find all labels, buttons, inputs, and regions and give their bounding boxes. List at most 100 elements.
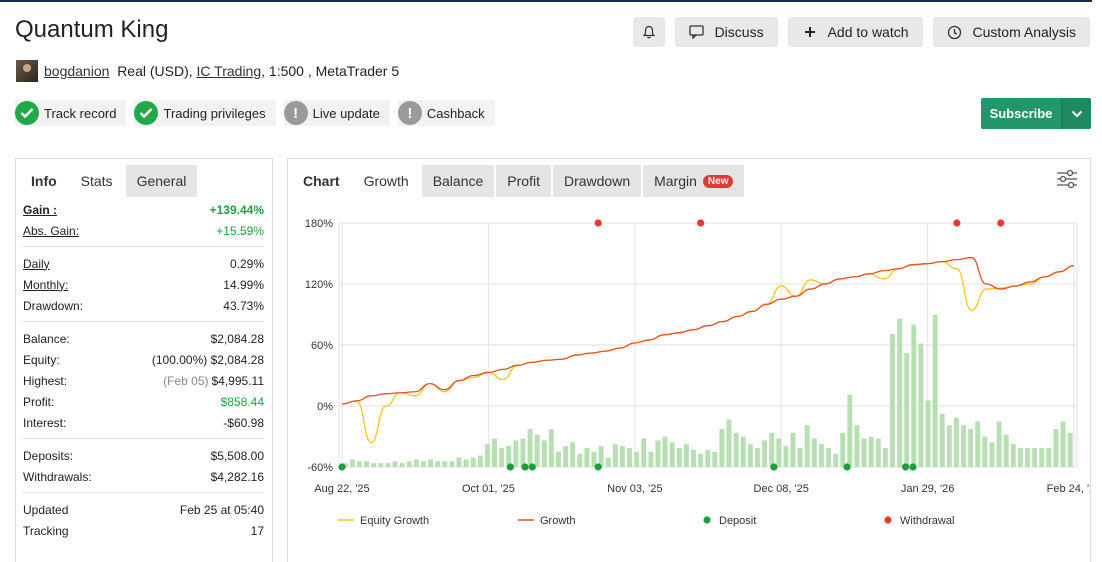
daily-bar	[463, 459, 469, 467]
daily-bar	[428, 459, 433, 467]
daily-bar	[1060, 421, 1066, 467]
daily-bar	[1010, 444, 1016, 467]
chevron-down-icon	[1071, 106, 1083, 121]
stat-drawdown: Drawdown: 43.73%	[23, 298, 264, 313]
info-panel: Info Stats General Gain : +139.44% Abs. …	[15, 158, 273, 562]
discuss-label: Discuss	[714, 24, 764, 40]
deposit-marker	[528, 463, 536, 471]
daily-bar	[364, 461, 370, 467]
daily-bar	[719, 429, 725, 467]
daily-bar	[570, 442, 576, 467]
daily-bar	[847, 394, 853, 467]
daily-bar	[946, 425, 952, 467]
daily-bar	[968, 429, 974, 467]
daily-bar	[605, 457, 611, 467]
growth-line	[341, 256, 1075, 405]
daily-bar	[371, 463, 377, 467]
daily-bar	[527, 429, 533, 467]
daily-bar	[1039, 448, 1045, 467]
daily-bar	[897, 318, 903, 467]
tab-chart[interactable]: Chart	[292, 165, 351, 197]
stat-gain: Gain : +139.44%	[23, 202, 264, 217]
daily-bar	[769, 432, 775, 467]
daily-bar	[556, 451, 561, 467]
daily-bar	[783, 446, 789, 467]
tab-margin[interactable]: Margin New	[643, 165, 745, 197]
add-to-watch-button[interactable]: Add to watch	[787, 17, 923, 47]
daily-bar	[676, 448, 682, 467]
chart-tabs: Chart Growth Balance Profit Drawdown Mar…	[288, 159, 1090, 197]
daily-bar	[520, 438, 526, 467]
x-tick-label: Jan 29, '26	[901, 483, 954, 495]
divider	[23, 438, 264, 439]
broker-link[interactable]: IC Trading	[197, 63, 262, 79]
daily-bar	[1067, 432, 1073, 467]
daily-bar	[619, 446, 625, 467]
daily-bar	[747, 444, 753, 467]
stat-deposits: Deposits: $5,508.00	[23, 448, 264, 463]
tab-profit[interactable]: Profit	[496, 165, 551, 197]
daily-bar	[861, 438, 867, 467]
daily-bar	[612, 444, 618, 467]
notification-button[interactable]	[632, 17, 665, 47]
daily-bar	[349, 459, 355, 467]
chart-settings-button[interactable]	[1056, 169, 1078, 192]
tab-info[interactable]: Info	[20, 165, 68, 197]
divider	[23, 246, 264, 247]
deposit-marker	[843, 463, 851, 471]
withdrawal-marker	[594, 219, 602, 227]
x-tick-label: Aug 22, '25	[314, 483, 369, 495]
daily-bar	[939, 413, 945, 467]
discuss-button[interactable]: Discuss	[674, 17, 778, 47]
daily-bar	[683, 444, 689, 467]
daily-bar	[754, 448, 760, 467]
legend-label: Growth	[540, 515, 575, 527]
subscribe-button[interactable]: Subscribe	[981, 98, 1061, 129]
y-tick-label: 120%	[305, 279, 333, 291]
withdrawal-marker	[697, 219, 705, 227]
info-tabs: Info Stats General	[16, 159, 272, 197]
daily-bar	[577, 453, 583, 467]
y-tick-label: -60%	[307, 462, 333, 474]
daily-bar	[890, 334, 895, 467]
y-tick-label: 0%	[317, 401, 333, 413]
stat-withdrawals: Withdrawals: $4,282.16	[23, 469, 264, 484]
deposit-marker	[506, 463, 514, 471]
custom-analysis-button[interactable]: Custom Analysis	[932, 17, 1090, 47]
stat-tracking: Tracking 17	[23, 523, 264, 538]
subscribe-dropdown-button[interactable]	[1061, 98, 1091, 129]
daily-bar	[392, 461, 398, 467]
username-link[interactable]: bogdanion	[44, 63, 109, 79]
tab-stats[interactable]: Stats	[69, 165, 124, 197]
withdrawal-marker	[953, 219, 961, 227]
tab-general[interactable]: General	[125, 165, 198, 197]
daily-bar	[641, 438, 647, 467]
tab-drawdown[interactable]: Drawdown	[552, 165, 642, 197]
daily-bar	[442, 461, 448, 467]
verification-badges: Track record Trading privileges ! Live u…	[15, 100, 495, 126]
legend-deposit-swatch	[703, 516, 711, 524]
new-badge: New	[702, 174, 734, 188]
daily-bar	[925, 400, 931, 467]
daily-bar	[840, 432, 846, 467]
tab-growth[interactable]: Growth	[352, 165, 420, 197]
deposit-marker	[594, 463, 602, 471]
bell-icon	[641, 24, 657, 40]
top-border	[0, 0, 1092, 2]
badge-live-update: ! Live update	[283, 100, 390, 126]
daily-bar	[470, 457, 476, 467]
clock-icon	[947, 24, 963, 40]
daily-bar	[712, 451, 718, 467]
legend-label: Deposit	[719, 515, 756, 527]
avatar[interactable]	[16, 60, 38, 82]
daily-bar	[648, 451, 654, 467]
daily-bar	[691, 449, 696, 467]
daily-bar	[882, 448, 888, 467]
daily-bar	[548, 429, 554, 467]
daily-bar	[399, 463, 405, 467]
deposit-marker	[909, 463, 917, 471]
tab-balance[interactable]: Balance	[421, 165, 495, 197]
page-title: Quantum King	[15, 16, 169, 43]
x-tick-label: Dec 08, '25	[754, 483, 809, 495]
daily-bar	[975, 421, 981, 467]
